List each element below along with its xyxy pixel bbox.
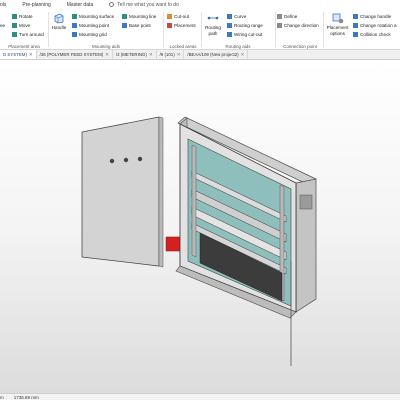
wiring-cut-out-icon <box>227 32 232 37</box>
status-bar: m 1736.69 mm <box>0 393 400 400</box>
base-point-button[interactable]: Base point <box>122 23 151 28</box>
group-locked-areas: Cut-out Placement Locked areas <box>165 9 201 50</box>
group-label-routing-aids: Routing aids <box>225 44 251 49</box>
ribbon-separator <box>48 12 49 47</box>
tab-101[interactable]: /9 (101) ✕ <box>157 50 185 59</box>
close-icon[interactable]: ✕ <box>29 52 33 58</box>
mounting-line-icon <box>122 14 127 19</box>
handle-icon <box>54 13 64 24</box>
define-icon <box>277 14 282 19</box>
collision-check-button[interactable]: Collision check <box>353 32 391 37</box>
group-label-locked-areas: Locked areas <box>169 44 197 49</box>
change-handle-icon <box>353 14 358 19</box>
group-label-mounting-aids: Mounting aids <box>91 44 121 49</box>
mounting-grid-button[interactable]: Mounting grid <box>72 32 107 37</box>
handle-button[interactable]: Handle <box>51 12 67 31</box>
tab-metering[interactable]: /2 (METERING) ✕ <box>113 50 157 59</box>
mounting-line-button[interactable]: Mounting line <box>122 14 156 19</box>
cabinet-door[interactable] <box>81 116 160 267</box>
ribbon-separator <box>163 12 164 47</box>
collision-check-icon <box>353 32 358 37</box>
group-placement-options: Placement options Change handle Change r… <box>324 9 400 50</box>
placement-options-icon <box>332 13 343 24</box>
group-routing-aids: Routing path Curve Routing range Wiring … <box>202 9 274 50</box>
red-warning-label <box>165 236 181 252</box>
door-lock-2 <box>123 157 129 163</box>
change-rotation-button[interactable]: Change rotation a <box>353 23 397 28</box>
door-lock-1 <box>109 158 115 164</box>
curve-icon <box>227 14 232 19</box>
menu-tools[interactable]: ols <box>0 2 14 8</box>
close-icon[interactable]: ✕ <box>105 52 109 58</box>
group-mounting-aids: Handle Mounting surface Mounting point M… <box>50 9 162 50</box>
change-direction-button[interactable]: Change direction <box>277 23 319 28</box>
mounting-grid-icon <box>72 32 77 37</box>
turn-around-button[interactable]: Turn around <box>12 32 44 37</box>
menu-master-data[interactable]: Master data <box>59 2 101 8</box>
mounting-point-button[interactable]: Mounting point <box>72 23 109 28</box>
status-left: m <box>0 394 4 400</box>
base-point-icon <box>122 23 127 28</box>
door-edge <box>158 116 164 268</box>
side-vent <box>299 194 313 210</box>
close-icon[interactable]: ✕ <box>241 52 245 58</box>
mounting-surface-button[interactable]: Mounting surface <box>72 14 114 19</box>
routing-range-button[interactable]: Routing range <box>227 23 263 28</box>
move-icon <box>12 23 17 28</box>
group-placement-area: ee Rotate Move Turn around Placement are… <box>0 9 48 50</box>
menu-pre-planning[interactable]: Pre-planning <box>14 2 58 8</box>
placement-lock-button[interactable]: Placement <box>167 23 196 28</box>
cut-out-button[interactable]: Cut-out <box>167 14 189 19</box>
ribbon-separator <box>275 12 276 47</box>
document-tab-bar: D SYSTEM) ✕ /36 (POLYMER FEED SYSTEM) ✕ … <box>0 50 400 60</box>
rotate-button[interactable]: Rotate <box>12 14 33 19</box>
group-label-placement-area: Placement area <box>8 44 40 49</box>
wiring-cut-out-button[interactable]: Wiring cut-out <box>227 32 262 37</box>
mounting-point-icon <box>72 23 77 28</box>
rotate-icon <box>12 14 17 19</box>
tab-feed-system[interactable]: D SYSTEM) ✕ <box>0 50 37 59</box>
move-button[interactable]: Move <box>12 23 30 28</box>
status-measure: 1736.69 mm <box>13 394 39 400</box>
curve-button[interactable]: Curve <box>227 14 246 19</box>
group-connection-point: Define Change direction Connection point <box>277 9 323 50</box>
tell-me-search[interactable]: Tell me what you want to do <box>101 2 179 8</box>
turn-around-icon <box>12 32 17 37</box>
routing-path-icon <box>207 16 219 20</box>
placement-lock-icon <box>167 23 172 28</box>
tab-new-project[interactable]: /BEAA/109 (New project2) ✕ <box>184 50 249 59</box>
ribbon: ee Rotate Move Turn around Placement are… <box>0 9 400 50</box>
door-lock-3 <box>137 156 143 162</box>
3d-viewport[interactable] <box>0 61 400 393</box>
routing-range-icon <box>227 23 232 28</box>
close-icon[interactable]: ✕ <box>177 52 181 58</box>
tell-me-text: Tell me what you want to do <box>117 1 179 8</box>
define-button[interactable]: Define <box>277 14 297 19</box>
wiring-duct-left <box>191 144 197 258</box>
routing-path-button[interactable]: Routing path <box>202 12 224 36</box>
group-label-connection-point: Connection point <box>283 44 317 49</box>
cmd-partial-left[interactable]: ee <box>0 23 5 28</box>
mounting-surface-icon <box>72 14 77 19</box>
cut-out-icon <box>167 14 172 19</box>
change-direction-icon <box>277 23 282 28</box>
change-handle-button[interactable]: Change handle <box>353 14 391 19</box>
lightbulb-icon <box>109 2 115 7</box>
placement-options-button[interactable]: Placement options <box>324 12 351 36</box>
close-icon[interactable]: ✕ <box>149 52 153 58</box>
change-rotation-icon <box>353 23 358 28</box>
menu-bar: ols Pre-planning Master data Tell me wha… <box>0 0 400 9</box>
cabinet-3d-model[interactable] <box>0 61 400 393</box>
tab-polymer-feed-system[interactable]: /36 (POLYMER FEED SYSTEM) ✕ <box>37 50 113 59</box>
